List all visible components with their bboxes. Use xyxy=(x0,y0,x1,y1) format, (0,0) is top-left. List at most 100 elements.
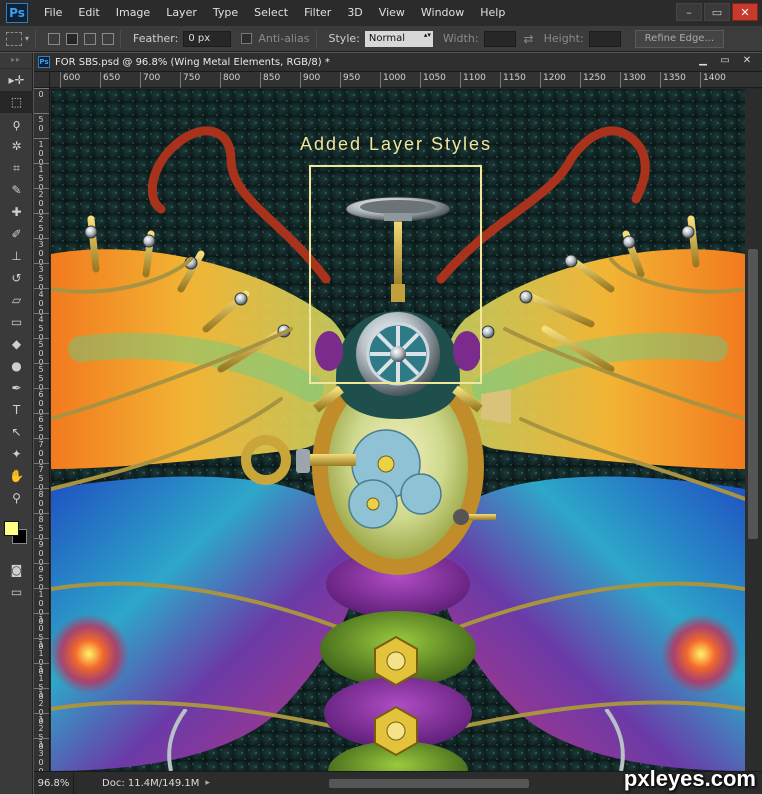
hand-tool-icon[interactable]: ✋ xyxy=(0,465,33,487)
ruler-label: 1400 xyxy=(703,73,726,83)
subtract-selection-icon[interactable] xyxy=(84,32,97,45)
intersect-selection-icon[interactable] xyxy=(102,32,115,45)
blur-tool-icon[interactable]: ◆ xyxy=(0,333,33,355)
menu-layer[interactable]: Layer xyxy=(158,0,205,26)
swap-dimensions-icon[interactable]: ⇄ xyxy=(524,32,534,46)
minimize-button[interactable]: – xyxy=(676,3,702,21)
type-tool-icon[interactable]: T xyxy=(0,399,33,421)
status-menu-arrow-icon[interactable]: ▸ xyxy=(205,778,210,788)
ruler-label: 1350 xyxy=(663,73,686,83)
healing-tool-icon[interactable]: ✚ xyxy=(0,201,33,223)
brush-tool-icon[interactable]: ✐ xyxy=(0,223,33,245)
ruler-tick xyxy=(34,313,49,314)
feather-input[interactable]: 0 px xyxy=(183,30,232,47)
height-input[interactable] xyxy=(588,30,621,47)
menu-help[interactable]: Help xyxy=(472,0,513,26)
quick-select-tool-icon[interactable]: ✲ xyxy=(0,135,33,157)
menu-3d[interactable]: 3D xyxy=(339,0,370,26)
style-select[interactable]: Normal xyxy=(364,30,433,47)
ruler-tick xyxy=(34,113,49,114)
watermark: pxleyes.com xyxy=(623,766,756,791)
height-label: Height: xyxy=(543,32,584,45)
options-divider xyxy=(315,29,317,48)
ruler-label: 650 xyxy=(103,73,121,83)
menu-filter[interactable]: Filter xyxy=(296,0,339,26)
doc-restore-button[interactable]: ▭ xyxy=(718,55,732,68)
ruler-label: 1200 xyxy=(543,73,566,83)
doc-close-button[interactable]: ✕ xyxy=(740,55,754,68)
menu-bar: Ps File Edit Image Layer Type Select Fil… xyxy=(0,0,762,26)
marquee-preset-icon[interactable] xyxy=(6,31,22,46)
new-selection-icon[interactable] xyxy=(48,32,61,45)
doc-minimize-button[interactable]: ▁ xyxy=(696,55,710,68)
menu-view[interactable]: View xyxy=(371,0,413,26)
document-tab[interactable]: Ps FOR SBS.psd @ 96.8% (Wing Metal Eleme… xyxy=(34,53,762,72)
menu-image[interactable]: Image xyxy=(108,0,158,26)
menu-select[interactable]: Select xyxy=(246,0,296,26)
ruler-label: 1000 xyxy=(383,73,406,83)
photoshop-logo-icon: Ps xyxy=(6,3,28,23)
style-label: Style: xyxy=(328,32,360,45)
ruler-tick xyxy=(34,138,49,139)
feather-label: Feather: xyxy=(133,32,179,45)
eraser-tool-icon[interactable]: ▱ xyxy=(0,289,33,311)
document-window-controls: ▁ ▭ ✕ xyxy=(688,55,754,68)
pincer-left-decoration xyxy=(167,709,188,771)
screen-mode-icon[interactable]: ▭ xyxy=(0,581,33,603)
pen-tool-icon[interactable]: ✒ xyxy=(0,377,33,399)
marquee-tool-icon[interactable]: ⬚ xyxy=(0,91,33,113)
shape-tool-icon[interactable]: ✦ xyxy=(0,443,33,465)
ruler-tick xyxy=(34,238,49,239)
ruler-tick xyxy=(34,88,49,89)
stamp-tool-icon[interactable]: ⊥ xyxy=(0,245,33,267)
add-selection-icon[interactable] xyxy=(66,32,79,45)
eyedropper-tool-icon[interactable]: ✎ xyxy=(0,179,33,201)
crop-tool-icon[interactable]: ⌗ xyxy=(0,157,33,179)
options-bar: ▾ Feather: 0 px Anti-alias Style: Normal… xyxy=(0,26,762,52)
ruler-tick xyxy=(34,288,49,289)
menu-window[interactable]: Window xyxy=(413,0,472,26)
maximize-button[interactable]: ▭ xyxy=(704,3,730,21)
width-label: Width: xyxy=(442,32,479,45)
vertical-scrollbar[interactable] xyxy=(745,89,762,771)
panel-grip-icon[interactable]: ▸▸ xyxy=(0,53,32,69)
vertical-ruler[interactable]: 0 50 100 150 200 250 300 350 400 450 500 550 600 650 7… xyxy=(34,88,50,771)
gradient-tool-icon[interactable]: ▭ xyxy=(0,311,33,333)
color-swatches xyxy=(0,517,32,557)
tools-panel: ▸▸ ▸✛ ⬚ ϙ ✲ ⌗ ✎ ✚ ✐ ⊥ ↺ ▱ ▭ ◆ ● ✒ T ↖ ✦ ✋ ⚲ ◙ ▭ xyxy=(0,53,33,794)
foreground-color-swatch[interactable] xyxy=(4,521,19,536)
width-input[interactable] xyxy=(483,30,516,47)
dodge-tool-icon[interactable]: ● xyxy=(0,355,33,377)
close-button[interactable]: ✕ xyxy=(732,3,758,21)
ruler-tick xyxy=(34,738,49,739)
artwork-mechanical-bug xyxy=(51,89,745,771)
menu-edit[interactable]: Edit xyxy=(70,0,107,26)
lasso-tool-icon[interactable]: ϙ xyxy=(0,113,33,135)
menu-file[interactable]: File xyxy=(36,0,70,26)
refine-edge-button[interactable]: Refine Edge... xyxy=(634,29,724,48)
ruler-tick xyxy=(34,688,49,689)
ruler-tick xyxy=(34,563,49,564)
path-select-tool-icon[interactable]: ↖ xyxy=(0,421,33,443)
ruler-tick xyxy=(34,263,49,264)
zoom-tool-icon[interactable]: ⚲ xyxy=(0,487,33,509)
document-size-info[interactable]: Doc: 11.4M/149.1M xyxy=(102,778,199,789)
ruler-origin[interactable] xyxy=(34,72,50,88)
window-controls: – ▭ ✕ xyxy=(674,3,758,21)
menu-type[interactable]: Type xyxy=(205,0,246,26)
horizontal-scroll-thumb[interactable] xyxy=(329,779,529,788)
history-brush-tool-icon[interactable]: ↺ xyxy=(0,267,33,289)
move-tool-icon[interactable]: ▸✛ xyxy=(0,69,33,91)
preset-dropdown-icon[interactable]: ▾ xyxy=(25,34,29,43)
horizontal-scrollbar[interactable] xyxy=(214,778,624,789)
ruler-tick xyxy=(34,363,49,364)
canvas[interactable]: Added Layer Styles xyxy=(51,89,745,771)
quick-mask-icon[interactable]: ◙ xyxy=(0,559,33,581)
horizontal-ruler[interactable]: 600 650 700 750 800 850 900 950 1000 1050 1100 1150… xyxy=(50,72,762,88)
zoom-level-field[interactable]: 96.8% xyxy=(34,771,74,794)
antialias-checkbox[interactable] xyxy=(241,33,253,44)
ruler-label: 600 xyxy=(63,73,81,83)
vertical-scroll-thumb[interactable] xyxy=(748,249,758,539)
ruler-label: 1300 xyxy=(38,740,44,771)
ruler-tick xyxy=(34,413,49,414)
